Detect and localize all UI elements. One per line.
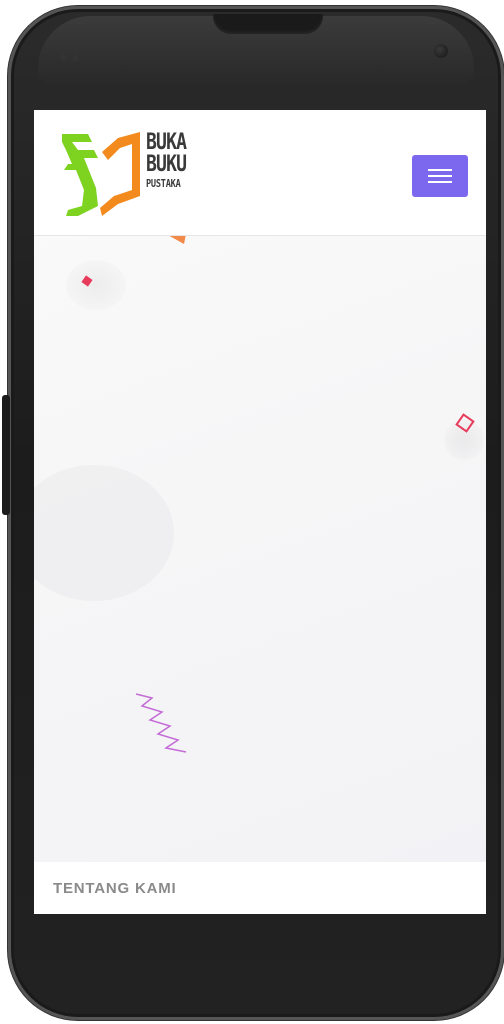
book-logo-icon xyxy=(62,132,140,216)
screen: BUKA BUKU PUSTAKA TENTANG KAMI xyxy=(34,110,486,914)
phone-sensor-dots xyxy=(60,46,90,61)
zigzag-decoration-icon xyxy=(135,693,187,753)
logo-line-1: BUKA xyxy=(146,130,187,155)
about-section-header: TENTANG KAMI xyxy=(34,862,486,914)
phone-side-button xyxy=(2,395,10,515)
logo-line-2: BUKU xyxy=(146,152,187,177)
logo-text: BUKA BUKU PUSTAKA xyxy=(146,130,195,190)
logo-line-3: PUSTAKA xyxy=(146,177,181,190)
shadow-decoration xyxy=(66,260,126,310)
section-title: TENTANG KAMI xyxy=(53,880,177,897)
brand-logo[interactable]: BUKA BUKU PUSTAKA xyxy=(58,130,198,218)
phone-speaker xyxy=(213,14,323,34)
front-camera-icon xyxy=(434,44,448,58)
menu-toggle-button[interactable] xyxy=(412,155,468,197)
circle-decoration xyxy=(34,465,174,601)
navbar: BUKA BUKU PUSTAKA xyxy=(34,110,486,236)
